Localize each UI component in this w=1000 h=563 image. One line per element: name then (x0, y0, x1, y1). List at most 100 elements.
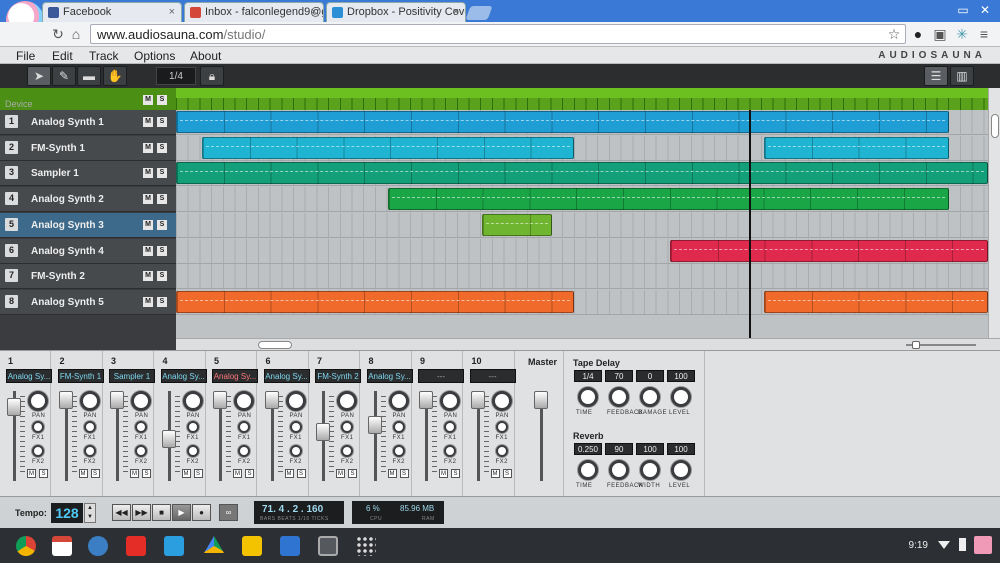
menu-options[interactable]: Options (134, 49, 175, 63)
quantize-select[interactable]: 1/4 (156, 67, 196, 85)
pattern-clip[interactable] (482, 213, 552, 236)
tab-facebook[interactable]: Facebook × (42, 2, 182, 22)
track-header[interactable]: 8 Analog Synth 5 MS (0, 289, 176, 315)
channel-instrument-select[interactable]: FM-Synth 2 (315, 369, 361, 383)
pan-knob[interactable] (388, 391, 409, 411)
track-solo-button[interactable]: S (157, 117, 167, 127)
camera-icon[interactable] (318, 536, 338, 556)
track-header[interactable]: 7 FM-Synth 2 MS (0, 264, 176, 290)
channel-fader[interactable] (213, 391, 227, 409)
pan-knob[interactable] (491, 391, 512, 411)
pattern-clip[interactable] (202, 136, 574, 159)
pan-knob[interactable] (182, 391, 203, 411)
gecko-icon[interactable] (88, 536, 108, 556)
fx2-knob[interactable] (83, 445, 96, 457)
fx2-knob[interactable] (289, 445, 302, 457)
vertical-scroll-thumb[interactable] (991, 114, 999, 138)
arrange-view-icon[interactable]: ☰ (924, 66, 948, 86)
channel-mute-button[interactable]: M (284, 469, 294, 478)
channel-fader[interactable] (110, 391, 124, 409)
track-mute-button[interactable]: M (143, 296, 153, 307)
track-mute-button[interactable]: M (143, 271, 153, 282)
fx2-knob[interactable] (186, 445, 199, 457)
track-lane[interactable] (176, 135, 988, 161)
extension-icon[interactable]: ● (910, 26, 926, 42)
fx1-knob[interactable] (32, 421, 44, 433)
tab-inbox[interactable]: Inbox - falconlegend9@g × (184, 2, 324, 22)
timeline-ruler[interactable] (176, 88, 988, 110)
tempo-stepper[interactable]: ▲ ▼ (84, 503, 96, 523)
pan-knob[interactable] (79, 391, 100, 411)
channel-instrument-select[interactable]: Analog Sy... (263, 369, 310, 383)
stop-button[interactable]: ■ (152, 504, 171, 521)
close-tab-icon[interactable]: × (311, 6, 317, 18)
tape_delay-knob[interactable] (640, 387, 660, 407)
close-window-icon[interactable]: ✕ (977, 3, 993, 17)
hand-tool-icon[interactable]: ✋ (103, 66, 127, 86)
pattern-clip[interactable] (176, 162, 988, 185)
pointer-tool-icon[interactable]: ➤ (27, 66, 51, 86)
reverb-knob[interactable] (578, 460, 598, 480)
master-mute-button[interactable]: M (143, 95, 153, 105)
play-button[interactable]: ▶ (172, 504, 191, 521)
address-bar[interactable]: www.audiosauna.com/studio/ (90, 24, 906, 44)
gmail-icon[interactable] (52, 536, 72, 556)
channel-instrument-select[interactable]: Analog Sy... (366, 369, 413, 383)
pattern-clip[interactable] (764, 136, 949, 159)
channel-fader[interactable] (419, 391, 433, 409)
tape_delay-knob[interactable] (578, 387, 598, 407)
channel-solo-button[interactable]: S (348, 469, 357, 478)
fx1-knob[interactable] (495, 421, 508, 433)
pattern-clip[interactable] (176, 111, 949, 133)
lock-icon[interactable]: 🔒︎ (200, 66, 224, 86)
pan-knob[interactable] (440, 391, 460, 411)
channel-mute-button[interactable]: M (78, 469, 88, 478)
fx1-knob[interactable] (135, 421, 147, 433)
channel-mute-button[interactable]: M (233, 469, 242, 478)
drive-icon[interactable] (204, 536, 224, 553)
horizontal-scroll-thumb[interactable] (258, 341, 292, 349)
chrome-icon[interactable] (16, 536, 36, 556)
user-avatar[interactable] (974, 536, 992, 554)
loop-button[interactable]: ∞ (219, 504, 238, 521)
reverb-value[interactable]: 90 (605, 443, 633, 455)
mixer-view-icon[interactable]: ▥ (950, 66, 974, 86)
channel-solo-button[interactable]: S (296, 469, 306, 478)
wifi-icon[interactable] (938, 541, 950, 549)
tab-dropbox[interactable]: Dropbox - Positivity Cove × (326, 2, 466, 22)
track-header[interactable]: 3 Sampler 1 MS (0, 161, 176, 187)
track-lane[interactable] (176, 212, 988, 238)
chrome-menu-icon[interactable]: ≡ (976, 26, 992, 42)
close-tab-icon[interactable]: × (453, 6, 459, 18)
channel-solo-button[interactable]: S (142, 469, 151, 478)
track-lane[interactable] (176, 289, 988, 315)
channel-solo-button[interactable]: S (502, 469, 512, 478)
track-header[interactable]: 6 Analog Synth 4 MS (0, 238, 176, 264)
tape_delay-knob[interactable] (671, 387, 691, 407)
pattern-clip[interactable] (764, 290, 988, 313)
track-lane[interactable] (176, 264, 988, 290)
channel-solo-button[interactable]: S (245, 469, 254, 478)
eraser-tool-icon[interactable]: ▬ (77, 66, 101, 86)
channel-instrument-select[interactable]: --- (469, 369, 516, 383)
vertical-scrollbar[interactable] (988, 88, 1000, 338)
new-tab-button[interactable] (465, 6, 493, 20)
channel-instrument-select[interactable]: --- (418, 369, 464, 383)
reload-icon[interactable]: ↻ (50, 26, 66, 42)
arrangement-area[interactable] (176, 88, 988, 338)
pattern-clip[interactable] (670, 239, 988, 262)
channel-fader[interactable] (264, 391, 279, 409)
battery-icon[interactable] (959, 538, 966, 551)
zoom-slider[interactable] (896, 341, 986, 349)
channel-fader[interactable] (161, 429, 176, 448)
track-solo-button[interactable]: S (157, 194, 167, 205)
fast-forward-button[interactable]: ▶▶ (132, 504, 151, 521)
track-mute-button[interactable]: M (143, 194, 153, 205)
channel-instrument-select[interactable]: Sampler 1 (109, 369, 155, 383)
tape_delay-value[interactable]: 100 (667, 370, 695, 382)
fx2-knob[interactable] (341, 445, 353, 457)
pan-knob[interactable] (337, 391, 357, 411)
app-launcher-icon[interactable] (356, 536, 376, 556)
fx2-knob[interactable] (238, 445, 250, 457)
channel-instrument-select[interactable]: Analog Sy... (6, 369, 52, 383)
